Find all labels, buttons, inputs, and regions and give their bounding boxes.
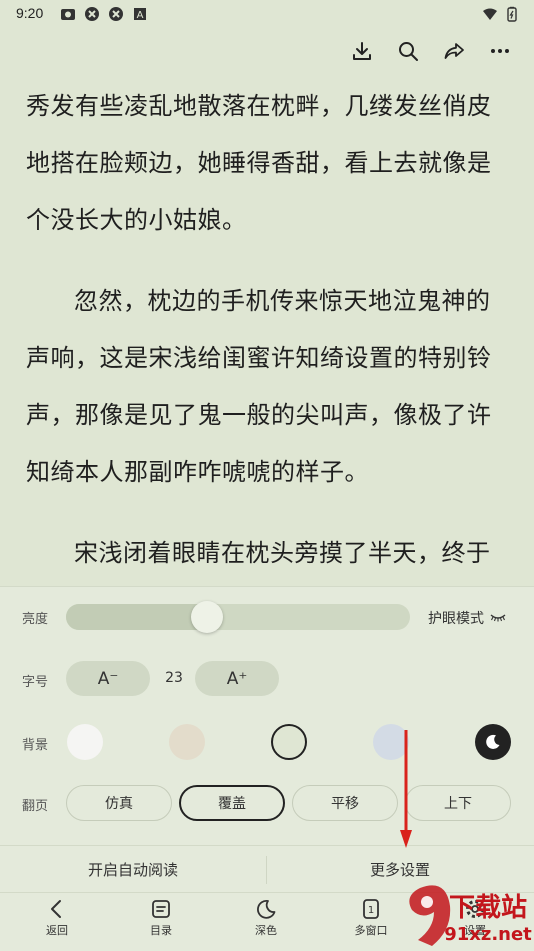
closed-eye-icon <box>490 614 506 622</box>
letter-a-icon: A <box>134 8 146 21</box>
wifi-icon <box>483 8 497 20</box>
reader-toolbar <box>350 38 512 64</box>
nav-label: 深色 <box>255 924 277 937</box>
app-notification-icon <box>85 7 99 21</box>
background-dark-swatch[interactable] <box>475 724 511 760</box>
notification-icons: A <box>60 6 148 22</box>
eye-mode-toggle[interactable]: 护眼模式 <box>428 608 506 628</box>
more-button[interactable] <box>488 38 512 64</box>
multi-window-icon: 1 <box>363 899 379 919</box>
svg-text:A: A <box>137 10 144 21</box>
font-decrease-label: A⁻ <box>97 668 119 689</box>
nav-label: 多窗口 <box>354 924 388 937</box>
photo-notification-icon <box>61 9 75 20</box>
auto-read-label: 开启自动阅读 <box>87 860 178 879</box>
annotation-arrow <box>400 730 412 848</box>
moon-icon <box>257 899 276 919</box>
brightness-label: 亮度 <box>22 612 49 627</box>
page-turn-vertical-button[interactable]: 上下 <box>405 785 511 821</box>
background-green-swatch[interactable] <box>271 724 307 760</box>
share-button[interactable] <box>442 38 466 64</box>
reader-paragraph: 忽然，枕边的手机传来惊天地泣鬼神的声响，这是宋浅给闺蜜许知绮设置的特别铃声，那像… <box>26 287 492 486</box>
brightness-slider-fill <box>66 604 207 630</box>
page-turn-option-label: 仿真 <box>105 796 133 812</box>
more-settings-label: 更多设置 <box>369 860 430 879</box>
search-icon <box>399 42 418 61</box>
reader-paragraph: 秀发有些凌乱地散落在枕畔，几缕发丝俏皮地搭在脸颊边，她睡得香甜，看上去就像是个没… <box>26 92 492 234</box>
reader-paragraph: 宋浅闭着眼睛在枕头旁摸了半天，终于摸到了手机，声音慵懒，“喂？” <box>74 539 491 567</box>
page-turn-simulate-button[interactable]: 仿真 <box>66 785 172 821</box>
page-turn-slide-button[interactable]: 平移 <box>292 785 398 821</box>
brightness-slider-thumb[interactable] <box>191 601 223 633</box>
background-white-swatch[interactable] <box>67 724 103 760</box>
battery-icon <box>507 6 517 22</box>
background-beige-swatch[interactable] <box>169 724 205 760</box>
page-turn-option-label: 平移 <box>331 796 359 812</box>
nav-toc[interactable]: 目录 <box>126 898 196 938</box>
share-icon <box>444 43 464 59</box>
background-label: 背景 <box>22 738 49 753</box>
search-button[interactable] <box>396 38 420 64</box>
watermark-url: 91xz.net <box>444 924 532 945</box>
back-icon <box>51 900 61 918</box>
font-size-value: 23 <box>165 670 183 686</box>
download-button[interactable] <box>350 38 374 64</box>
font-decrease-button[interactable]: A⁻ <box>66 661 150 696</box>
status-time: 9:20 <box>16 5 44 21</box>
nav-label: 返回 <box>46 924 68 937</box>
download-icon <box>353 42 371 60</box>
nav-label: 目录 <box>150 924 172 937</box>
more-icon <box>491 49 509 53</box>
page-turn-cover-button[interactable]: 覆盖 <box>179 785 285 821</box>
page-turn-option-label: 覆盖 <box>218 796 246 812</box>
watermark-title: 下载站 <box>449 893 527 923</box>
system-icons <box>482 6 520 22</box>
nav-dark-mode[interactable]: 深色 <box>231 898 301 938</box>
nav-back[interactable]: 返回 <box>22 898 92 938</box>
reader-content[interactable]: 秀发有些凌乱地散落在枕畔，几缕发丝俏皮地搭在脸颊边，她睡得香甜，看上去就像是个没… <box>26 78 512 586</box>
font-size-label: 字号 <box>22 675 49 690</box>
brightness-slider[interactable] <box>66 601 410 633</box>
status-bar: 9:20 A <box>0 0 534 28</box>
svg-text:1: 1 <box>368 905 374 916</box>
nav-multi-window[interactable]: 1 多窗口 <box>336 898 406 938</box>
eye-mode-label: 护眼模式 <box>428 611 484 627</box>
page-turn-option-label: 上下 <box>444 796 472 812</box>
moon-icon <box>486 734 500 749</box>
app-notification-icon <box>109 7 123 21</box>
site-watermark-logo: 下载站 91xz.net <box>409 885 532 946</box>
font-increase-button[interactable]: A⁺ <box>195 661 279 696</box>
page-turn-label: 翻页 <box>22 799 49 814</box>
font-increase-label: A⁺ <box>226 668 248 689</box>
toc-icon <box>152 900 170 918</box>
auto-read-button[interactable]: 开启自动阅读 <box>0 846 266 892</box>
